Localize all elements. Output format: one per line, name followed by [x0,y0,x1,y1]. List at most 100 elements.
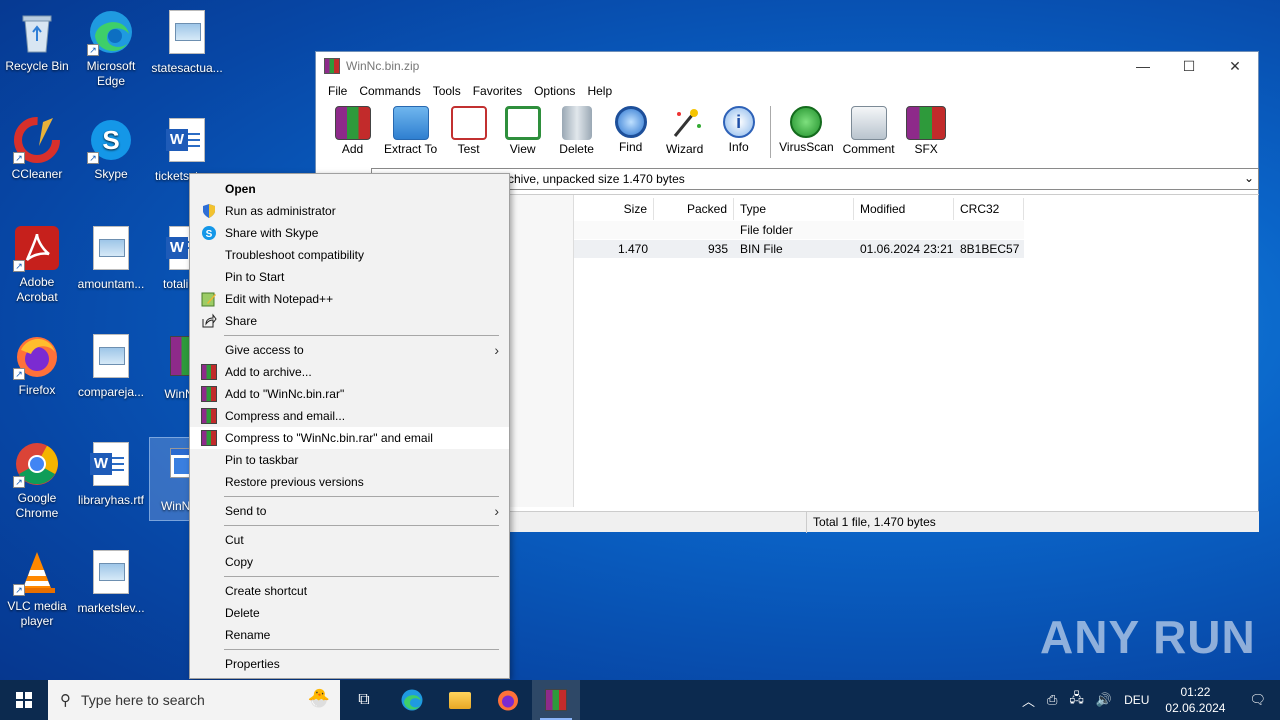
column-header-size[interactable]: Size [574,198,654,220]
desktop-icon-libraryhas[interactable]: W libraryhas.rtf [74,440,148,508]
desktop-icon-ccleaner[interactable]: ↗ CCleaner [0,116,74,182]
menu-tools[interactable]: Tools [427,84,467,98]
menu-help[interactable]: Help [581,84,618,98]
task-view-button[interactable]: ⧉ [340,680,388,720]
cell-crc32: 8B1BEC57 [960,242,1020,256]
word-file-icon: W [163,118,211,166]
menu-item-compress-to-rar-email[interactable]: Compress to "WinNc.bin.rar" and email [190,427,509,449]
start-button[interactable] [0,680,48,720]
window-titlebar[interactable]: WinNc.bin.zip — ☐ ✕ [316,52,1258,80]
menu-item-cut[interactable]: Cut [190,529,509,551]
menu-item-edit-notepadpp[interactable]: Edit with Notepad++ [190,288,509,310]
table-row[interactable]: 1.470 935 BIN File 01.06.2024 23:21 8B1B… [574,240,1024,258]
desktop-icon-compareja[interactable]: compareja... [74,332,148,400]
menu-item-create-shortcut[interactable]: Create shortcut [190,580,509,602]
ccleaner-icon: ↗ [13,116,61,164]
menu-item-give-access[interactable]: Give access to › [190,339,509,361]
close-button[interactable]: ✕ [1212,52,1258,80]
firefox-icon [498,690,518,711]
menu-options[interactable]: Options [528,84,581,98]
column-header-type[interactable]: Type [734,198,854,220]
menu-item-add-to-archive[interactable]: Add to archive... [190,361,509,383]
column-header-crc32[interactable]: CRC32 [954,198,1024,220]
menu-item-label: Share [225,314,258,328]
desktop-icon-acrobat[interactable]: ↗ Adobe Acrobat [0,224,74,305]
menu-commands[interactable]: Commands [353,84,426,98]
menu-item-label: Send to [225,504,267,518]
menu-item-pin-taskbar[interactable]: Pin to taskbar [190,449,509,471]
menu-item-run-as-admin[interactable]: Run as administrator [190,200,509,222]
svg-text:S: S [206,229,213,240]
menu-item-properties[interactable]: Properties [190,653,509,675]
desktop-icon-label: libraryhas.rtf [77,493,145,507]
menu-item-share-skype[interactable]: S Share with Skype [190,222,509,244]
menu-item-restore-versions[interactable]: Restore previous versions [190,471,509,493]
toolbar-find-button[interactable]: Find [608,106,653,154]
toolbar-test-button[interactable]: Test [446,106,491,156]
image-file-icon [87,226,135,274]
menu-item-label: Pin to Start [225,270,285,284]
desktop-icon-label: Skype [94,167,128,181]
toolbar-view-button[interactable]: View [500,106,545,156]
maximize-button[interactable]: ☐ [1166,52,1212,80]
toolbar-delete-button[interactable]: Delete [554,106,599,156]
table-row[interactable]: File folder [574,221,1024,239]
menu-item-troubleshoot[interactable]: Troubleshoot compatibility [190,244,509,266]
menu-item-label: Delete [225,606,260,620]
menu-item-add-to-rar[interactable]: Add to "WinNc.bin.rar" [190,383,509,405]
cell-type: BIN File [740,242,783,256]
toolbar-virusscan-button[interactable]: VirusScan [779,106,834,154]
taskbar-explorer-button[interactable] [436,680,484,720]
menu-item-rename[interactable]: Rename [190,624,509,646]
desktop-icon-recycle-bin[interactable]: Recycle Bin [0,8,74,74]
chevron-up-icon[interactable]: ︿ [1016,691,1041,710]
toolbar-add-button[interactable]: Add [330,106,375,156]
notification-icon[interactable]: 🗨 [1235,692,1280,708]
toolbar-label: Info [728,140,749,154]
archive-path-text: chive, unpacked size 1.470 bytes [508,172,685,186]
menu-file[interactable]: File [322,84,353,98]
toolbar-extract-button[interactable]: Extract To [384,106,437,156]
menu-favorites[interactable]: Favorites [467,84,528,98]
menu-item-open[interactable]: Open [190,178,509,200]
taskbar-search-box[interactable]: ⚲ Type here to search 🐣 [48,680,340,720]
column-header-modified[interactable]: Modified [854,198,954,220]
menu-item-delete[interactable]: Delete [190,602,509,624]
chevron-down-icon[interactable]: ⌄ [1244,171,1254,185]
toolbar-wizard-button[interactable]: Wizard [662,106,707,156]
desktop-icon-vlc[interactable]: ↗ VLC media player [0,548,74,629]
desktop-icon-amountam[interactable]: amountam... [74,224,148,292]
cell-type: File folder [740,223,793,237]
desktop-icon-marketslev[interactable]: marketslev... [74,548,148,616]
shortcut-arrow-icon: ↗ [87,152,99,164]
taskbar-edge-button[interactable] [388,680,436,720]
toolbar-info-button[interactable]: i Info [716,106,761,154]
menu-item-send-to[interactable]: Send to › [190,500,509,522]
menu-item-pin-start[interactable]: Pin to Start [190,266,509,288]
column-header-packed[interactable]: Packed [654,198,734,220]
desktop-icon-edge[interactable]: ↗ Microsoft Edge [74,8,148,89]
toolbar-sfx-button[interactable]: SFX [904,106,949,156]
minimize-button[interactable]: — [1120,52,1166,80]
desktop-icon-skype[interactable]: S ↗ Skype [74,116,148,182]
menu-item-label: Restore previous versions [225,475,364,489]
language-indicator[interactable]: DEU [1118,693,1155,707]
taskbar-firefox-button[interactable] [484,680,532,720]
desktop-icon-firefox[interactable]: ↗ Firefox [0,332,74,398]
toolbar-comment-button[interactable]: Comment [843,106,895,156]
shortcut-arrow-icon: ↗ [13,260,25,272]
menu-item-share[interactable]: Share [190,310,509,332]
desktop-icon-label: VLC media player [7,599,67,628]
volume-icon[interactable]: 🔊 [1090,692,1118,708]
menu-item-compress-email[interactable]: Compress and email... [190,405,509,427]
firefox-icon: ↗ [13,332,61,380]
taskbar-winrar-button[interactable] [532,680,580,720]
clock[interactable]: 01:22 02.06.2024 [1155,684,1235,716]
windows-logo-icon [16,692,32,708]
network-icon[interactable]: 🖧 [1063,689,1090,711]
clock-date: 02.06.2024 [1165,701,1226,715]
desktop-icon-chrome[interactable]: ↗ Google Chrome [0,440,74,521]
desktop-icon-statesactua[interactable]: statesactua... [150,8,224,76]
menu-item-copy[interactable]: Copy [190,551,509,573]
meet-now-icon[interactable]: ⎙ [1041,692,1063,708]
